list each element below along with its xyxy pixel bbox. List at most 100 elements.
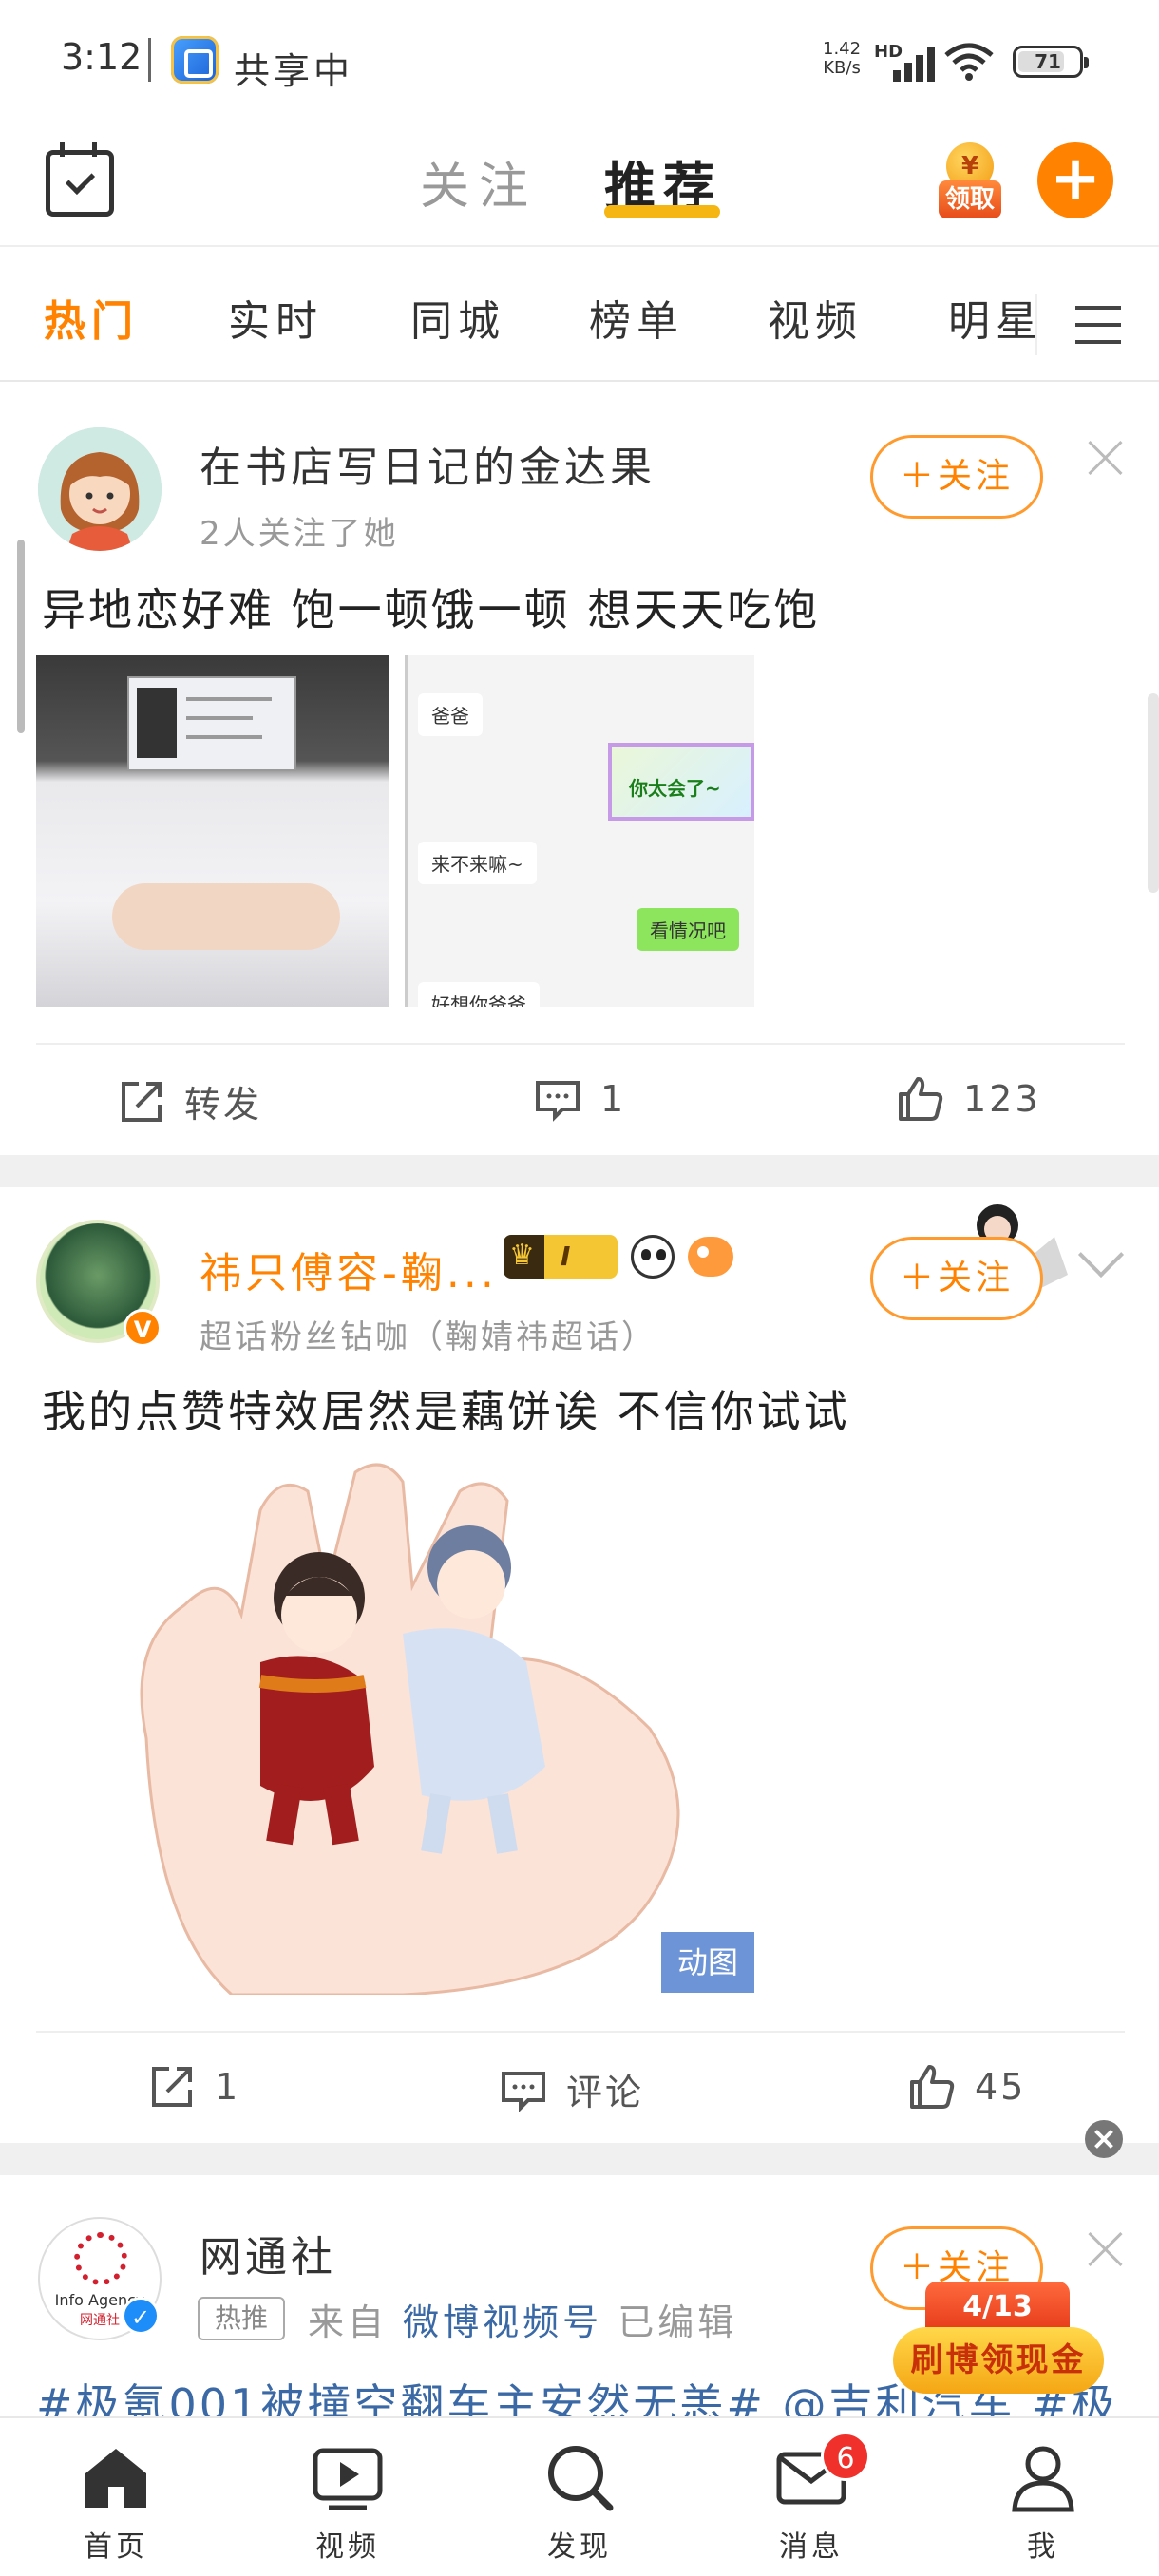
chat-sticker: 你太会了~ <box>608 743 754 821</box>
nav-discover[interactable]: 发现 <box>484 2418 674 2576</box>
comment-label: 评论 <box>566 2072 645 2113</box>
repost-button[interactable]: 1 <box>148 2063 240 2111</box>
hot-tag: 热推 <box>198 2297 285 2340</box>
level-badge: I <box>560 1241 571 1272</box>
status-bar: 3:12 共享中 1.42 KB/s HD 71 <box>0 0 1159 123</box>
category-tabs: 热门 实时 同城 榜单 视频 明星 <box>0 247 1159 382</box>
comment-count: 1 <box>600 1078 627 1120</box>
battery-icon: 71 <box>1013 46 1089 78</box>
chat-bubble: 来不来嘛~ <box>418 842 537 884</box>
cash-reward-widget[interactable]: 4/13 刷博领现金 <box>893 2282 1104 2401</box>
status-sharing: 共享中 <box>234 50 354 92</box>
nav-home[interactable]: 首页 <box>21 2418 211 2576</box>
post-username[interactable]: 在书店写日记的金达果 <box>200 433 656 494</box>
comment-icon <box>536 1081 580 1122</box>
repost-label: 转发 <box>184 1084 263 1126</box>
comment-button[interactable]: 1 <box>534 1075 626 1123</box>
feed-gap <box>0 1155 1159 1187</box>
divider <box>36 1043 1125 1045</box>
post-text: 我的点赞特效居然是藕饼诶 不信你试试 <box>42 1386 850 1437</box>
category-ranking[interactable]: 榜单 <box>589 287 684 348</box>
search-icon <box>548 2446 614 2511</box>
nav-label: 视频 <box>315 2530 380 2564</box>
nav-profile[interactable]: 我 <box>948 2418 1138 2576</box>
verified-badge: V <box>124 1309 162 1347</box>
logo-ring-icon <box>74 2232 127 2285</box>
id-card <box>127 676 296 771</box>
cash-label: 刷博领现金 <box>893 2327 1104 2394</box>
calendar-checkin-icon[interactable] <box>46 142 114 217</box>
close-icon[interactable] <box>1087 2230 1125 2268</box>
claim-label: 领取 <box>939 180 1001 218</box>
comment-button[interactable]: 评论 <box>500 2063 644 2115</box>
post-username[interactable]: 网通社 <box>200 2223 336 2283</box>
like-button[interactable]: 123 <box>897 1075 1041 1123</box>
signal-icon <box>878 44 935 82</box>
fish-icon <box>688 1237 733 1277</box>
post-image[interactable] <box>118 1453 754 1995</box>
source-prefix: 来自 <box>308 2301 389 2343</box>
sticker-text: 你太会了~ <box>629 777 721 800</box>
repost-button[interactable]: 转发 <box>118 1075 262 1127</box>
category-stars[interactable]: 明星 <box>948 287 1043 348</box>
compose-button[interactable]: + <box>1037 142 1113 218</box>
thumbs-up-icon <box>899 1077 943 1121</box>
nav-label: 我 <box>1027 2530 1059 2564</box>
screen-share-app-icon <box>171 36 218 84</box>
divider <box>36 2031 1125 2033</box>
tab-active-indicator <box>604 205 720 218</box>
chat-bubble: 好想你爸爸 <box>418 982 540 1007</box>
cash-progress: 4/13 <box>925 2282 1070 2333</box>
chat-bubble: 爸爸 <box>418 693 483 736</box>
chat-bubble: 看情况吧 <box>636 908 739 951</box>
follow-button[interactable]: ＋关注 <box>870 1237 1043 1320</box>
hand-shape <box>112 883 340 950</box>
dismiss-icon[interactable] <box>1085 2120 1123 2158</box>
share-icon <box>122 1081 162 1122</box>
post-meta: 超话粉丝钻咖（鞠婧祎超话） <box>200 1318 656 1356</box>
avatar[interactable] <box>38 427 162 551</box>
baby-illustration-icon <box>140 1463 680 1995</box>
tab-follow[interactable]: 关注 <box>420 146 538 218</box>
scrollbar[interactable] <box>1148 693 1159 893</box>
post-username[interactable]: 祎只傅容-鞠... <box>200 1239 498 1299</box>
nav-video[interactable]: 视频 <box>253 2418 443 2576</box>
like-button[interactable]: 45 <box>908 2063 1026 2111</box>
battery-level: 71 <box>1035 50 1061 73</box>
close-icon[interactable] <box>1087 439 1125 477</box>
nav-label: 消息 <box>779 2530 844 2564</box>
gif-badge: 动图 <box>661 1932 754 1993</box>
source-link[interactable]: 微博视频号 <box>403 2301 602 2343</box>
category-menu-icon[interactable] <box>1036 294 1159 355</box>
network-speed: 1.42 KB/s <box>823 40 861 78</box>
network-speed-value: 1.42 <box>823 39 862 59</box>
chevron-down-icon[interactable] <box>1077 1231 1125 1279</box>
wifi-icon <box>944 43 994 81</box>
crown-badge-icon: I <box>504 1235 618 1279</box>
post-image[interactable]: 爸爸 你太会了~ 来不来嘛~ 看情况吧 好想你爸爸 <box>405 655 754 1007</box>
post-image[interactable] <box>36 655 390 1007</box>
claim-reward-button[interactable]: ¥ 领取 <box>939 142 1001 220</box>
category-local[interactable]: 同城 <box>410 287 505 348</box>
status-time: 3:12 <box>61 36 142 78</box>
edited-label: 已编辑 <box>618 2301 738 2343</box>
panda-icon <box>631 1235 674 1279</box>
top-bar: 关注 推荐 ¥ 领取 + <box>0 123 1159 247</box>
repost-count: 1 <box>215 2066 241 2108</box>
nav-messages[interactable]: 6 消息 <box>716 2418 906 2576</box>
category-realtime[interactable]: 实时 <box>228 287 323 348</box>
post-text: 异地恋好难 饱一顿饿一顿 想天天吃饱 <box>42 584 821 635</box>
category-video[interactable]: 视频 <box>768 287 863 348</box>
like-count: 45 <box>975 2066 1027 2108</box>
nav-label: 发现 <box>547 2530 612 2564</box>
divider <box>0 380 1159 382</box>
verified-badge: ✓ <box>122 2297 160 2335</box>
follow-button[interactable]: ＋关注 <box>870 435 1043 519</box>
category-hot[interactable]: 热门 <box>44 287 139 348</box>
status-separator <box>148 38 151 82</box>
post-meta: 2人关注了她 <box>200 515 399 553</box>
nav-label: 首页 <box>84 2530 148 2564</box>
share-icon <box>152 2067 192 2107</box>
girl-avatar-icon <box>38 427 162 551</box>
scrollbar[interactable] <box>17 540 25 733</box>
